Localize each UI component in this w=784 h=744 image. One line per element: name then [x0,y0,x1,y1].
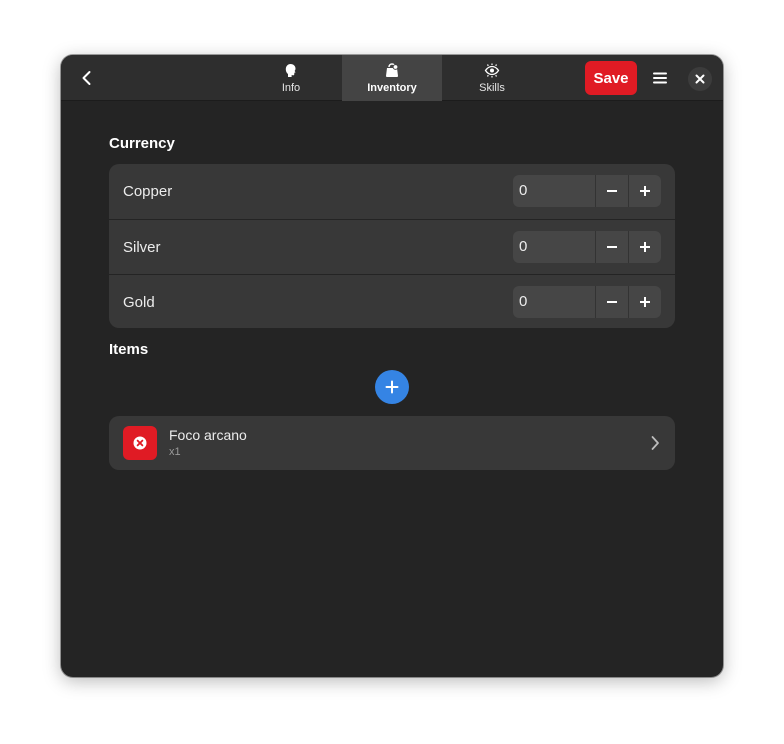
plus-icon [640,242,650,252]
back-arrow-icon [82,71,91,85]
currency-label: Silver [123,238,161,256]
copper-spinbutton: 0 [513,175,661,207]
tab-inventory[interactable]: Inventory [342,55,442,101]
copper-increment-button[interactable] [628,175,661,207]
remove-circle-icon [133,436,147,450]
silver-decrement-button[interactable] [595,231,628,263]
header-bar: Info Inventory Skills Save [61,55,723,101]
hamburger-menu-icon [653,72,667,84]
tab-info[interactable]: Info [241,55,341,101]
copper-decrement-button[interactable] [595,175,628,207]
tab-info-label: Info [281,81,301,94]
tab-skills-label: Skills [479,81,505,94]
currency-heading: Currency [109,135,175,152]
minus-icon [607,190,617,192]
silver-spinbutton: 0 [513,231,661,263]
app-window: Info Inventory Skills Save Currency Copp… [61,55,723,677]
tab-skills[interactable]: Skills [442,55,542,101]
menu-button[interactable] [644,62,676,94]
silver-value-input[interactable]: 0 [513,231,595,263]
plus-icon [385,380,399,394]
currency-row-copper: Copper 0 [109,164,675,219]
gold-spinbutton: 0 [513,286,661,318]
gold-decrement-button[interactable] [595,286,628,318]
item-name: Foco arcano [169,427,247,443]
gold-value-input[interactable]: 0 [513,286,595,318]
currency-label: Gold [123,293,155,311]
close-icon [695,74,705,84]
copper-value-input[interactable]: 0 [513,175,595,207]
plus-icon [640,186,650,196]
plus-icon [640,297,650,307]
tab-inventory-label: Inventory [367,81,417,94]
currency-row-silver: Silver 0 [109,219,675,274]
head-profile-icon [284,63,298,79]
back-button[interactable] [71,62,103,94]
minus-icon [607,301,617,303]
gold-increment-button[interactable] [628,286,661,318]
bag-icon [384,63,400,79]
eye-icon [484,63,500,79]
items-list: Foco arcano x1 [109,416,675,470]
list-item[interactable]: Foco arcano x1 [109,416,675,470]
close-button[interactable] [688,67,712,91]
currency-row-gold: Gold 0 [109,274,675,329]
item-quantity: x1 [169,446,181,458]
add-item-button[interactable] [375,370,409,404]
save-button[interactable]: Save [585,61,637,95]
silver-increment-button[interactable] [628,231,661,263]
items-heading: Items [109,341,149,358]
minus-icon [607,246,617,248]
currency-list: Copper 0 Silver 0 Gold 0 [109,164,675,328]
remove-item-button[interactable] [123,426,157,460]
chevron-right-icon [645,433,665,453]
currency-label: Copper [123,183,173,200]
